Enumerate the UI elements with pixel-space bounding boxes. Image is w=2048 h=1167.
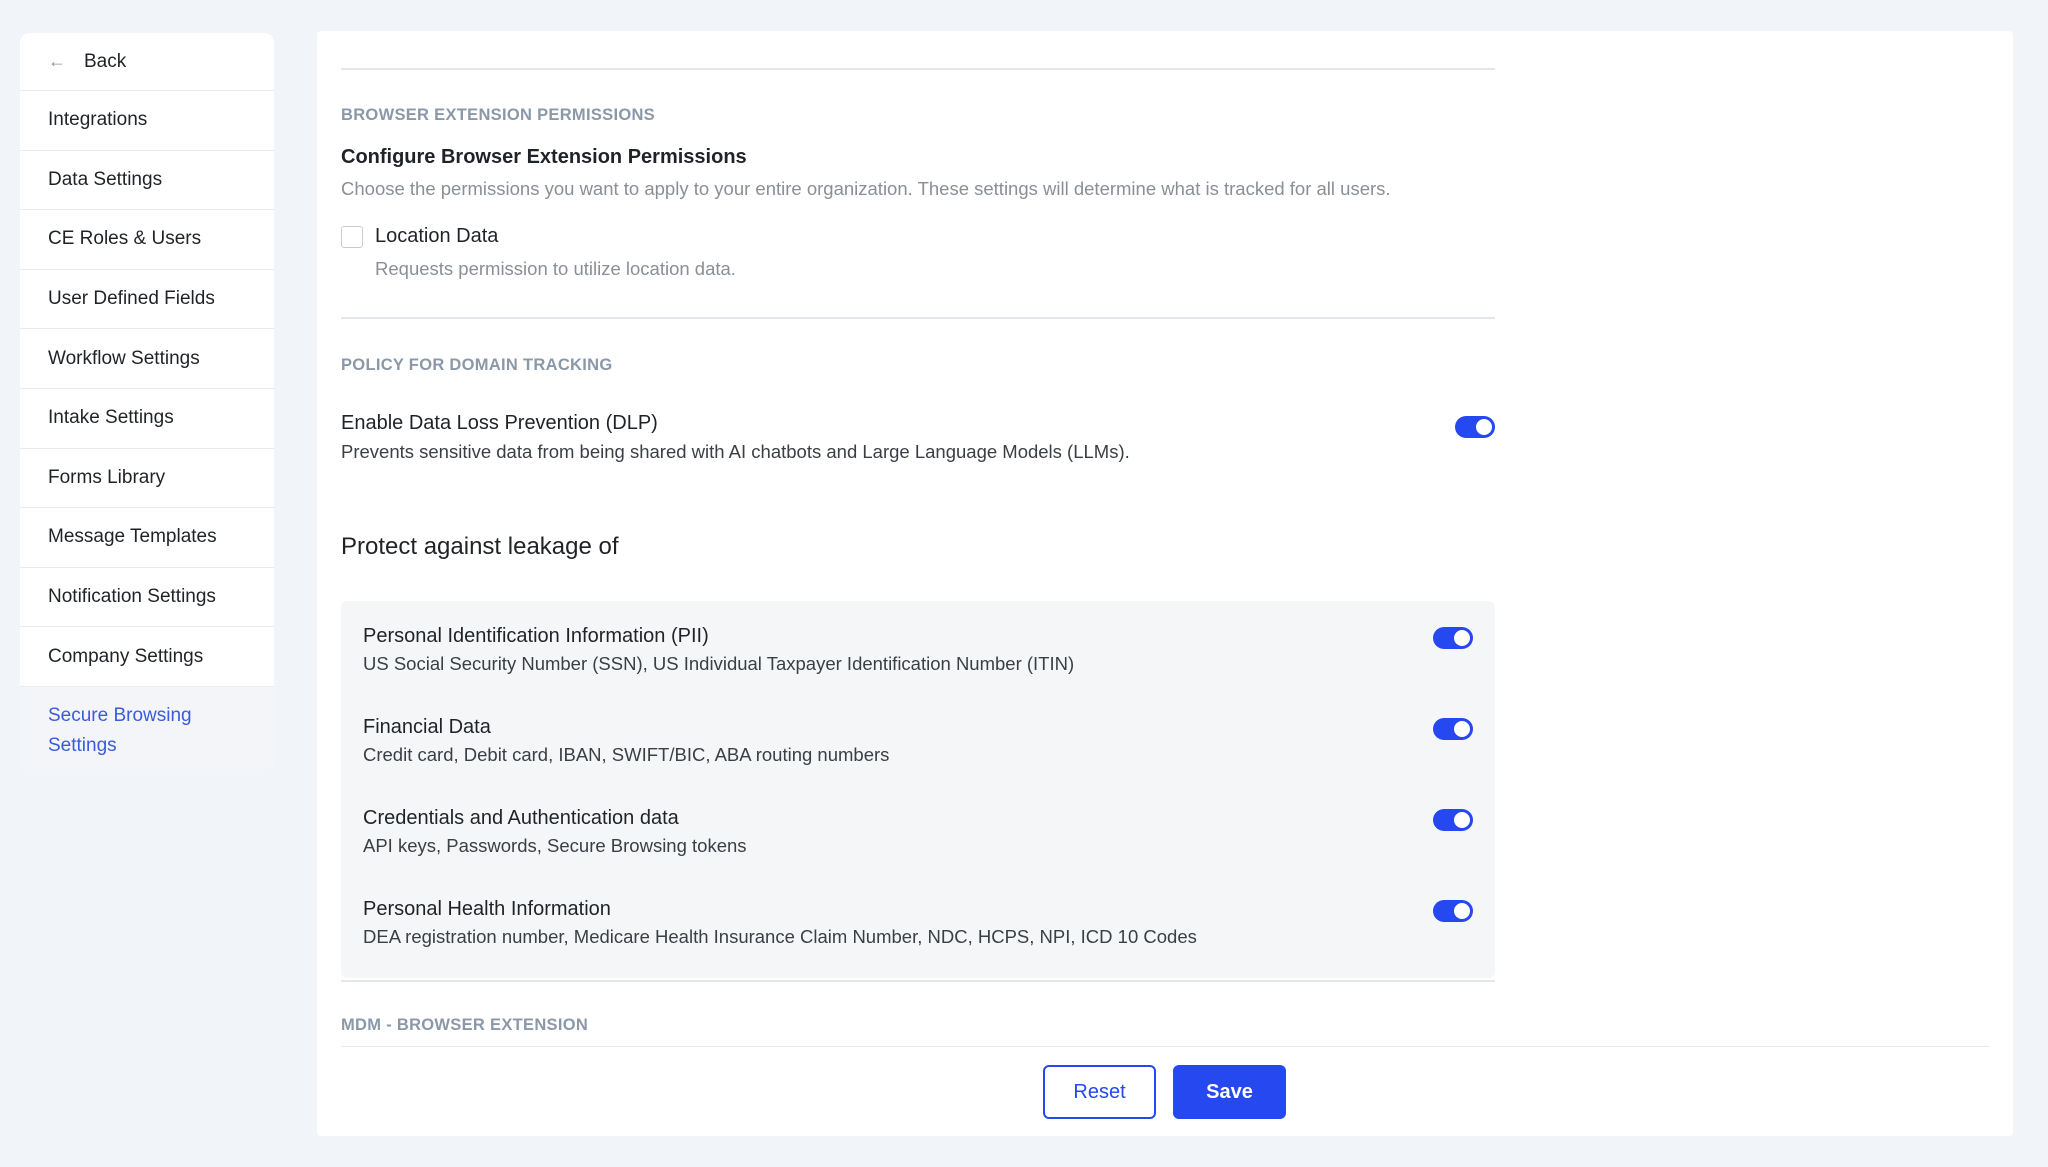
sidebar-item-label: Secure Browsing Settings <box>48 704 192 756</box>
sidebar-item-message-templates[interactable]: Message Templates <box>20 508 274 568</box>
protect-categories-box: Personal Identification Information (PII… <box>341 601 1495 978</box>
divider <box>341 980 1495 982</box>
sidebar-item-user-defined-fields[interactable]: User Defined Fields <box>20 270 274 330</box>
back-button[interactable]: ← Back <box>20 33 274 91</box>
sidebar-item-data-settings[interactable]: Data Settings <box>20 151 274 211</box>
protect-item-title: Personal Identification Information (PII… <box>363 625 709 647</box>
protect-item-description: DEA registration number, Medicare Health… <box>363 926 1197 947</box>
protect-item-description: API keys, Passwords, Secure Browsing tok… <box>363 835 747 856</box>
location-data-description: Requests permission to utilize location … <box>375 258 736 279</box>
extension-permissions-title: Configure Browser Extension Permissions <box>341 146 747 168</box>
sidebar-item-notification-settings[interactable]: Notification Settings <box>20 568 274 628</box>
pii-toggle[interactable] <box>1433 627 1473 649</box>
location-data-checkbox[interactable] <box>341 226 363 248</box>
back-label: Back <box>84 50 127 72</box>
sidebar-item-label: Workflow Settings <box>48 347 200 369</box>
sidebar-item-company-settings[interactable]: Company Settings <box>20 627 274 687</box>
sidebar-item-label: User Defined Fields <box>48 288 215 310</box>
arrow-left-icon: ← <box>48 51 66 71</box>
divider <box>341 317 1495 319</box>
toggle-knob <box>1476 419 1492 435</box>
sidebar-item-intake-settings[interactable]: Intake Settings <box>20 389 274 449</box>
sidebar-item-label: Integrations <box>48 109 148 131</box>
divider <box>341 68 1495 70</box>
financial-data-toggle[interactable] <box>1433 718 1473 740</box>
extension-permissions-description: Choose the permissions you want to apply… <box>341 178 1391 199</box>
settings-sidebar: ← Back Integrations Data Settings CE Rol… <box>20 33 274 775</box>
sidebar-item-workflow-settings[interactable]: Workflow Settings <box>20 329 274 389</box>
save-button[interactable]: Save <box>1173 1065 1286 1119</box>
sidebar-item-secure-browsing-settings[interactable]: Secure Browsing Settings <box>20 686 274 775</box>
section-label-mdm: MDM - BROWSER EXTENSION <box>341 1016 589 1034</box>
sidebar-item-ce-roles-users[interactable]: CE Roles & Users <box>20 210 274 270</box>
sidebar-item-label: Notification Settings <box>48 586 216 608</box>
protect-item-title: Credentials and Authentication data <box>363 807 679 829</box>
protect-item-title: Personal Health Information <box>363 898 611 920</box>
sidebar-item-label: CE Roles & Users <box>48 228 202 250</box>
dlp-description: Prevents sensitive data from being share… <box>341 441 1130 462</box>
section-label-domain-tracking: POLICY FOR DOMAIN TRACKING <box>341 356 613 374</box>
credentials-toggle[interactable] <box>1433 809 1473 831</box>
toggle-knob <box>1454 812 1470 828</box>
footer-divider <box>341 1046 1989 1047</box>
toggle-knob <box>1454 721 1470 737</box>
sidebar-item-forms-library[interactable]: Forms Library <box>20 449 274 509</box>
sidebar-item-integrations[interactable]: Integrations <box>20 91 274 151</box>
sidebar-item-label: Intake Settings <box>48 407 174 429</box>
toggle-knob <box>1454 630 1470 646</box>
dlp-toggle[interactable] <box>1455 416 1495 438</box>
sidebar-item-label: Forms Library <box>48 466 166 488</box>
sidebar-item-label: Message Templates <box>48 526 217 548</box>
protect-item-description: Credit card, Debit card, IBAN, SWIFT/BIC… <box>363 744 890 765</box>
settings-main-panel: BROWSER EXTENSION PERMISSIONS Configure … <box>317 31 2013 1136</box>
toggle-knob <box>1454 903 1470 919</box>
sidebar-item-label: Data Settings <box>48 168 163 190</box>
reset-button[interactable]: Reset <box>1043 1065 1156 1119</box>
health-info-toggle[interactable] <box>1433 900 1473 922</box>
dlp-title: Enable Data Loss Prevention (DLP) <box>341 412 658 434</box>
sidebar-item-label: Company Settings <box>48 645 204 667</box>
location-data-label: Location Data <box>375 225 499 247</box>
section-label-extension-permissions: BROWSER EXTENSION PERMISSIONS <box>341 106 655 124</box>
protect-heading: Protect against leakage of <box>341 533 619 560</box>
protect-item-description: US Social Security Number (SSN), US Indi… <box>363 653 1075 674</box>
protect-item-title: Financial Data <box>363 716 491 738</box>
